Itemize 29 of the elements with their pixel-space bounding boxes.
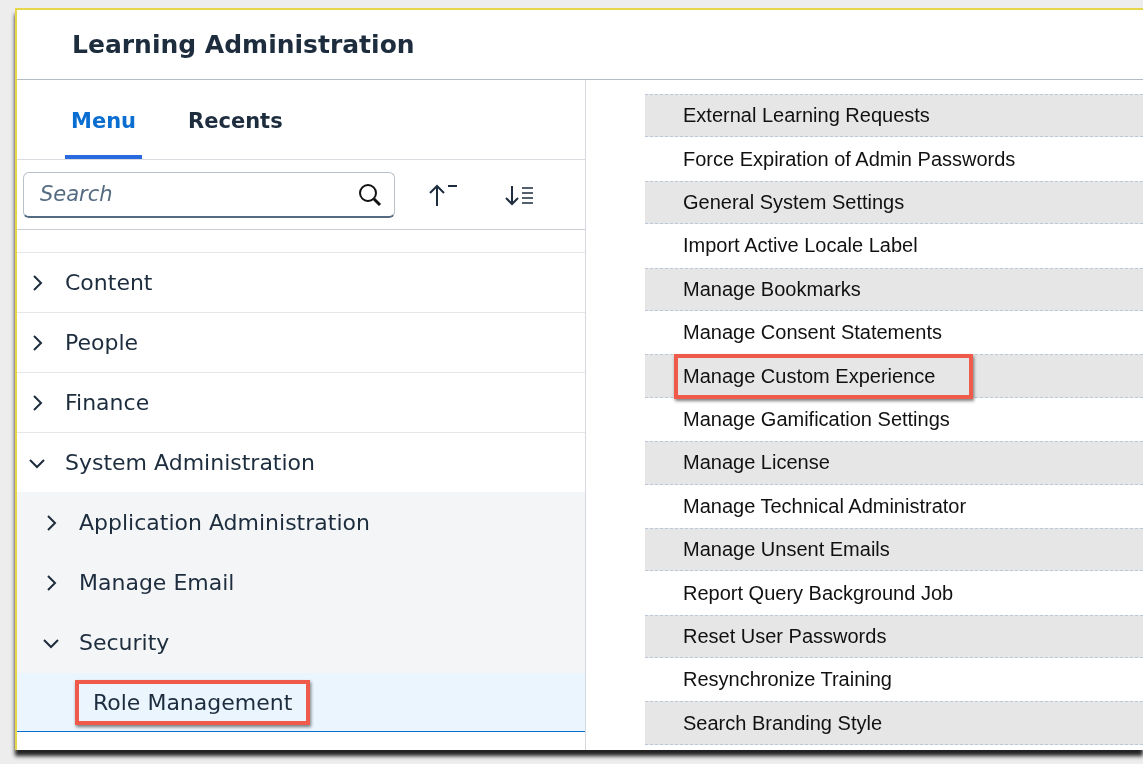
tree-label: Security [78,629,171,657]
menu-link[interactable]: Resynchronize Training [674,657,930,703]
tree-item[interactable]: System Administration [17,432,585,492]
tree-label: Finance [64,389,151,417]
tree-item[interactable]: Role Management [17,672,585,732]
menu-link[interactable]: Import Active Locale Label [674,223,956,269]
tree-item[interactable]: Security [17,612,585,672]
search-icon[interactable] [357,181,383,208]
menu-link[interactable]: Force Expiration of Admin Passwords [674,136,1054,182]
menu-link[interactable]: Manage Custom Experience [674,353,974,399]
tree-label: Manage Email [78,569,236,597]
menu-link[interactable]: Report Query Background Job [674,570,992,616]
tree-label: Application Administration [78,509,371,537]
tree-label: Content [64,269,154,297]
tree-item[interactable]: Finance [17,372,585,432]
menu-link[interactable]: Manage Technical Administrator [674,483,1005,529]
search-field[interactable]: Search [23,171,395,218]
tree-item[interactable]: Manage Email [17,552,585,612]
tree-label: System Administration [64,449,316,477]
window-title: Learning Administration [72,30,415,59]
tab[interactable]: Recents [182,80,289,159]
tree-label: People [64,329,140,357]
tree-item[interactable]: People [17,312,585,372]
tab[interactable]: Menu [65,80,143,159]
highlighted-tree-label: Role Management [75,679,311,725]
tree-item[interactable]: Application Administration [17,492,585,552]
menu-link[interactable]: Manage Consent Statements [674,310,981,356]
tree-item[interactable]: Content [17,252,585,312]
menu-link[interactable]: Manage Gamification Settings [674,396,988,442]
